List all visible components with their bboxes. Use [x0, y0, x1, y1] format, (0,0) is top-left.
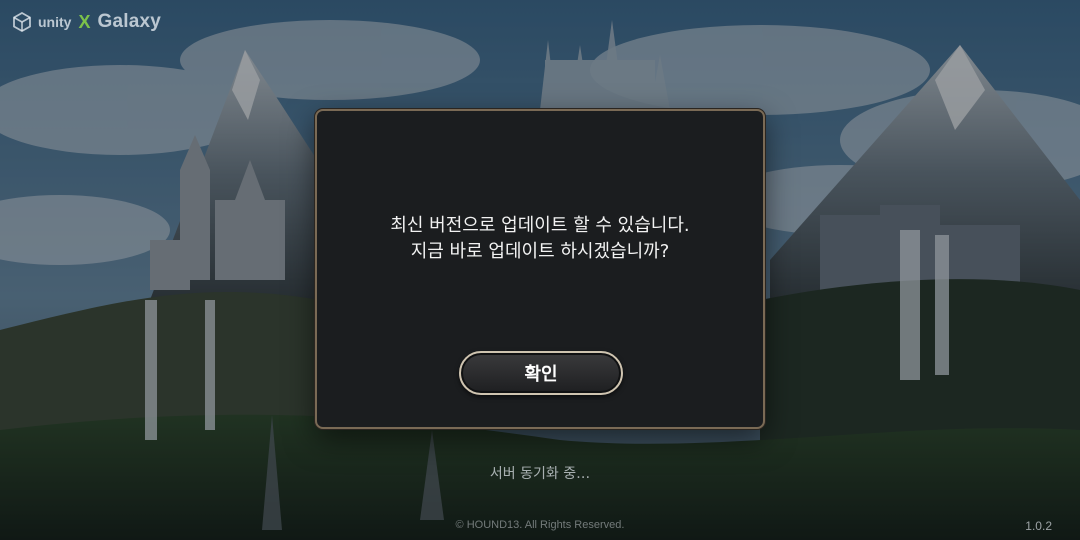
update-message: 최신 버전으로 업데이트 할 수 있습니다. 지금 바로 업데이트 하시겠습니까… [317, 213, 763, 265]
confirm-button-label: 확인 [524, 364, 558, 385]
update-dialog: 최신 버전으로 업데이트 할 수 있습니다. 지금 바로 업데이트 하시겠습니까… [315, 109, 765, 429]
galaxy-logo-text: Galaxy [97, 11, 161, 32]
copyright-text: © HOUND13. All Rights Reserved. [455, 519, 625, 531]
confirm-button[interactable]: 확인 [459, 351, 623, 395]
server-sync-status: 서버 동기화 중… [489, 466, 591, 482]
unity-logo-icon [13, 12, 31, 32]
update-message-line-1: 최신 버전으로 업데이트 할 수 있습니다. [390, 215, 690, 236]
unity-galaxy-logo: unity X Galaxy [12, 10, 161, 34]
update-message-line-2: 지금 바로 업데이트 하시겠습니까? [410, 241, 670, 262]
unity-logo-text: unity [38, 14, 72, 30]
galaxy-x-icon: X [78, 11, 91, 32]
version-label: 1.0.2 [1025, 519, 1052, 533]
